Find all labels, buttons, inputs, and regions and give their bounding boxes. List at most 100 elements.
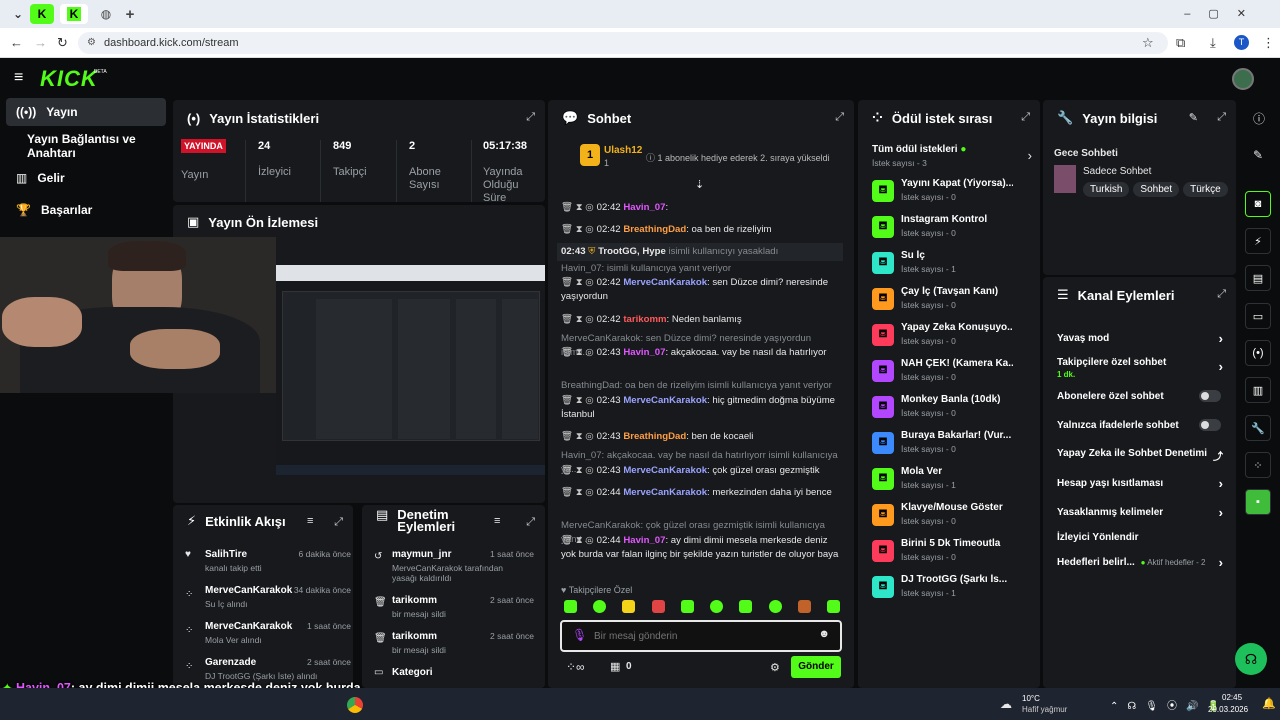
emote-icon[interactable] <box>710 600 724 613</box>
tab-list-icon[interactable]: ⌄ <box>6 4 30 24</box>
emote-icon[interactable] <box>593 600 607 613</box>
window-controls[interactable]: –▢✕ <box>1184 7 1264 20</box>
sidebar-item-revenue[interactable]: ▥ Gelir <box>6 164 166 192</box>
popout-icon[interactable]: ⤢ <box>1021 111 1030 124</box>
site-info-icon[interactable]: ⚙ <box>87 32 96 54</box>
tab-kick-2[interactable]: K <box>60 4 88 24</box>
rail-stats-button[interactable]: ▥ <box>1245 377 1271 403</box>
notification-bell-icon[interactable]: 🔔 <box>1262 697 1276 710</box>
reward-queue-item[interactable]: ⛾ Buraya Bakarlar! (Vur... İstek sayısı - … <box>872 428 1040 462</box>
user-avatar[interactable] <box>1232 68 1254 90</box>
mod-tools-icon: 🗑 ⧗ ◎ <box>561 314 594 325</box>
pinned-user[interactable]: Ulash12 <box>604 145 642 156</box>
emote-icon[interactable] <box>651 600 665 613</box>
reward-queue-item[interactable]: ⛾Monkey Banla (10dk)İstek sayısı - 0› <box>872 392 1040 426</box>
activity-header: ⚡ Etkinlik Akışı <box>187 513 286 529</box>
reward-queue-item[interactable]: ⛾ Yayını Kapat (Yiyorsa)... İstek sayısı -… <box>872 176 1040 210</box>
reward-queue-item[interactable]: ⛾Su İçİstek sayısı - 1› <box>872 248 1040 282</box>
rewards-infinity-icon[interactable]: ⁘∞ <box>566 660 585 674</box>
profile-avatar[interactable]: T <box>1234 35 1249 50</box>
wrench-icon: 🔧 <box>1251 422 1265 435</box>
all-rewards-row[interactable]: Tüm ödül istekleri ● İstek sayısı - 3 › <box>872 144 1032 168</box>
popout-icon[interactable]: ⤢ <box>526 516 535 529</box>
download-icon[interactable]: ⤓ <box>1210 35 1216 51</box>
raid-row[interactable]: İzleyici Yönlendir <box>1057 532 1223 543</box>
support-headset-icon[interactable]: ☊ <box>1235 643 1267 675</box>
settings-gear-icon[interactable]: ⚙ <box>770 661 780 674</box>
sidebar-item-achievements[interactable]: 🏆 Başarılar <box>6 196 166 224</box>
emoji-icon[interactable]: ☻ <box>818 628 830 640</box>
rail-lightning-button[interactable]: ⚡ <box>1245 228 1271 254</box>
reward-queue-item[interactable]: ⛾Çay İç (Tavşan Kanı)İstek sayısı - 0› <box>872 284 1040 318</box>
sub-only-toggle[interactable] <box>1199 390 1221 402</box>
rail-capture-button[interactable]: ◙ <box>1245 191 1271 217</box>
rail-app-button[interactable]: ▪ <box>1245 489 1271 515</box>
filter-icon[interactable]: ≡ <box>494 515 500 527</box>
forward-icon[interactable]: → <box>34 35 47 50</box>
emote-only-toggle[interactable] <box>1199 419 1221 431</box>
points-count: 0 <box>626 661 632 672</box>
category-name[interactable]: Sadece Sohbet <box>1083 166 1151 177</box>
sidebar-item-stream-key[interactable]: Yayın Bağlantısı ve Anahtarı <box>6 132 166 160</box>
hamburger-menu-icon[interactable]: ≡ <box>14 69 23 87</box>
popout-icon[interactable]: ⤢ <box>526 111 535 124</box>
reward-queue-item[interactable]: ⛾Klavye/Mouse Gösterİstek sayısı - 0› <box>872 500 1040 534</box>
popout-icon[interactable]: ⤢ <box>1217 111 1226 124</box>
kick-logo[interactable]: KICK <box>40 66 98 92</box>
reload-icon[interactable]: ↻ <box>57 35 68 51</box>
chat-message: 🗑 ⧗ ◎ 02:43 BreathingDad: ben de kocaeli <box>561 431 754 442</box>
emote-icon[interactable] <box>564 600 577 613</box>
popout-icon[interactable]: ⤢ <box>835 111 844 124</box>
popout-icon[interactable]: ⤢ <box>334 516 343 529</box>
sidebar-item-stream[interactable]: ((•)) Yayın <box>6 98 166 126</box>
rail-document-button[interactable]: ▤ <box>1245 265 1271 291</box>
edit-pencil-icon[interactable]: ✎ <box>1189 111 1198 124</box>
chat-input-box[interactable]: 🎙 ☻ <box>560 620 842 652</box>
stream-preview-video[interactable] <box>276 265 545 475</box>
slow-mode-row[interactable]: Yavaş mod › <box>1057 331 1223 346</box>
weather-desc: Hafif yağmur <box>1022 705 1068 714</box>
emote-icon[interactable] <box>739 600 753 613</box>
goals-row[interactable]: Hedefleri belirl... ● Aktif hedefler - 2… <box>1057 555 1223 570</box>
reward-queue-item[interactable]: ⛾Yapay Zeka Konuşuyo...İstek sayısı - 0› <box>872 320 1040 354</box>
emote-icon[interactable] <box>826 600 840 613</box>
reward-queue-item[interactable]: ⛾Birini 5 Dk Timeoutlaİstek sayısı - 0› <box>872 536 1040 570</box>
reward-queue-item[interactable]: ⛾Mola Verİstek sayısı - 1› <box>872 464 1040 498</box>
tab-globe-icon[interactable]: ◍ <box>94 4 118 24</box>
extensions-icon[interactable]: ⧉ <box>1176 35 1185 51</box>
send-button[interactable]: Gönder <box>791 656 841 678</box>
url-field[interactable]: ⚙ dashboard.kick.com/stream <box>78 32 1168 54</box>
rail-rewards-button[interactable]: ⁘ <box>1245 452 1271 478</box>
emote-only-row[interactable]: Yalnızca ifadelerle sohbet <box>1057 419 1223 431</box>
emote-icon[interactable] <box>622 600 636 613</box>
sub-only-row[interactable]: Abonelere özel sohbet <box>1057 390 1223 402</box>
collapse-icon[interactable]: ⇣ <box>695 178 704 191</box>
browser-menu-icon[interactable]: ⋮ <box>1262 35 1275 51</box>
emote-icon[interactable] <box>680 600 694 613</box>
bookmark-star-icon[interactable]: ☆ <box>1142 35 1154 51</box>
account-age-row[interactable]: Hesap yaşı kısıtlaması › <box>1057 476 1223 491</box>
new-tab-button[interactable]: + <box>118 4 142 24</box>
reward-queue-item[interactable]: ⛾Instagram Kontrolİstek sayısı - 0› <box>872 212 1040 246</box>
chrome-taskbar-icon[interactable] <box>347 697 363 713</box>
document-icon: ▤ <box>1252 272 1264 285</box>
popout-icon[interactable]: ⤢ <box>1217 288 1226 301</box>
rail-chat-button[interactable]: ▭ <box>1245 303 1271 329</box>
windows-taskbar: ☁ 10°C Hafif yağmur ⌃☊🎙⦿🔊🔋 02:45 29.03.2… <box>0 688 1280 720</box>
banned-words-row[interactable]: Yasaklanmış kelimeler › <box>1057 505 1223 520</box>
tab-kick-1[interactable]: K <box>30 4 54 24</box>
filter-icon[interactable]: ≡ <box>307 515 313 527</box>
edit-pencil-icon[interactable]: ✎ <box>1253 148 1263 162</box>
emote-icon[interactable] <box>768 600 782 613</box>
microphone-icon[interactable]: 🎙 <box>572 628 587 642</box>
back-icon[interactable]: ← <box>10 35 23 50</box>
rail-broadcast-button[interactable]: (•) <box>1245 340 1271 366</box>
info-icon[interactable]: ⓘ <box>1253 110 1265 127</box>
chat-message-input[interactable] <box>594 628 804 644</box>
follower-only-row[interactable]: Takipçilere özel sohbet 1 dk. › <box>1057 357 1223 379</box>
ai-moderation-row[interactable]: Yapay Zeka ile Sohbet Denetimi ⤴ <box>1057 448 1223 463</box>
reward-queue-item[interactable]: ⛾ DJ TrootGG (Şarkı İs... İstek sayısı - 1… <box>872 572 1040 606</box>
emote-icon[interactable] <box>797 600 811 613</box>
reward-queue-item[interactable]: ⛾NAH ÇEK! (Kamera Ka...İstek sayısı - 0› <box>872 356 1040 390</box>
rail-wrench-button[interactable]: 🔧 <box>1245 415 1271 441</box>
